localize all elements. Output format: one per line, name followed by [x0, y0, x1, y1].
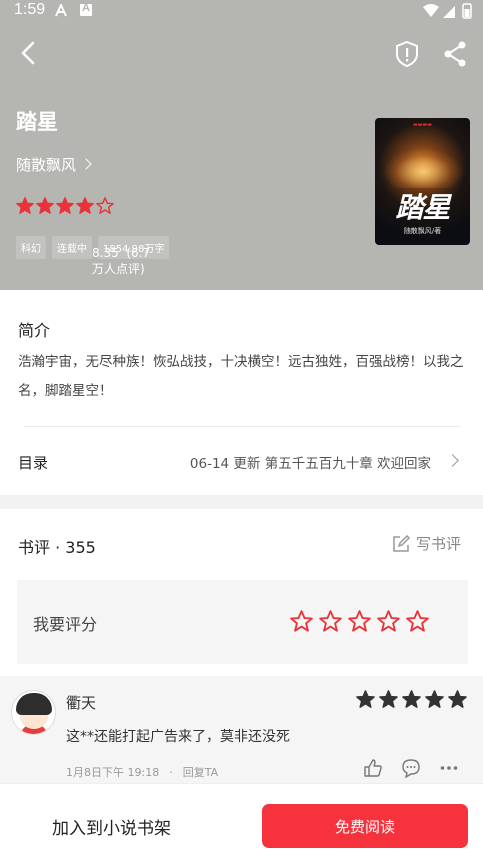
rating-row: 8.35 (6.7万人点评): [16, 196, 150, 276]
intro-heading: 简介: [18, 321, 51, 340]
star-filled-icon: [448, 690, 467, 708]
latest-chapter: 06-14 更新 第五千五百九十章 欢迎回家: [189, 456, 431, 472]
review-time: 1月8日下午 19:18: [66, 766, 160, 779]
star-filled-icon: [425, 690, 444, 708]
more-icon[interactable]: [439, 758, 459, 778]
star-empty-icon[interactable]: [406, 610, 429, 633]
star-filled-icon: [16, 197, 34, 214]
status-time: 1:59: [14, 1, 46, 18]
back-icon[interactable]: [14, 38, 44, 68]
intro-text: 浩瀚宇宙，无尽种族！恢弘战技，十决横空！远古独姓，百强战榜！以我之名，脚踏星空！: [18, 354, 464, 399]
share-icon[interactable]: [442, 40, 468, 68]
write-review-label: 写书评: [415, 535, 461, 553]
status-bar: 1:59: [0, 0, 483, 22]
cover-author: 随散飘风/著: [403, 227, 442, 235]
notification-icon: [80, 2, 92, 16]
cover-publisher-mark: ▬▬▬▬: [413, 122, 432, 128]
edit-icon: [393, 534, 410, 552]
free-read-button[interactable]: 免费阅读: [262, 804, 468, 848]
book-header: 1:59 踏星 随散飘风 8.35 (6.7万人点评) 科幻 连载中 1854.…: [0, 0, 483, 290]
avatar[interactable]: [11, 690, 56, 735]
star-empty-icon[interactable]: [319, 610, 342, 633]
reply-link[interactable]: 回复TA: [183, 766, 218, 779]
chevron-right-icon: [446, 454, 459, 467]
avatar-hair: [16, 693, 52, 715]
author-link[interactable]: 随散飘风: [16, 154, 92, 175]
reviewer-name[interactable]: 衢天: [66, 692, 96, 713]
system-status-icons: [423, 3, 472, 19]
review-item: 衢天 这**还能打起广告来了，莫非还没死 1月8日下午 19:18 · 回复TA: [0, 676, 483, 784]
review-text: 这**还能打起广告来了，莫非还没死: [66, 729, 290, 745]
like-icon[interactable]: [363, 758, 383, 778]
intro-section: 简介 浩瀚宇宙，无尽种族！恢弘战技，十决横空！远古独姓，百强战榜！以我之名，脚踏…: [0, 290, 483, 495]
star-empty-icon[interactable]: [290, 610, 313, 633]
star-empty-icon: [96, 197, 114, 214]
star-filled-icon: [402, 690, 421, 708]
cover-planet-glow: [383, 148, 463, 188]
app-notification-icon: [55, 4, 67, 17]
meta-separator: ·: [169, 766, 173, 779]
tag-wordcount: 1854.98万字: [98, 236, 170, 259]
tag-genre: 科幻: [16, 236, 46, 259]
rate-box: 我要评分: [17, 580, 468, 664]
book-cover[interactable]: ▬▬▬▬ 踏星 随散飘风/著: [375, 118, 470, 245]
reviews-heading: 书评 · 355: [18, 538, 96, 557]
star-filled-icon: [379, 690, 398, 708]
toc-label: 目录: [18, 454, 49, 472]
tag-status: 连载中: [52, 236, 92, 259]
rating-stars: [16, 197, 114, 215]
divider: [24, 426, 460, 427]
review-meta: 1月8日下午 19:18 · 回复TA: [66, 764, 218, 780]
author-name: 随散飘风: [16, 156, 77, 174]
book-tags: 科幻 连载中 1854.98万字: [16, 236, 170, 259]
star-empty-icon[interactable]: [377, 610, 400, 633]
cover-title: 踏星: [395, 191, 450, 224]
reviews-section: 书评 · 355 写书评 我要评分 衢天 这**还能打起广告来了，莫非还没死 1…: [0, 509, 483, 784]
table-of-contents-row[interactable]: 目录 06-14 更新 第五千五百九十章 欢迎回家: [0, 440, 483, 480]
star-filled-icon: [36, 197, 54, 214]
star-empty-icon[interactable]: [348, 610, 371, 633]
report-shield-icon[interactable]: [394, 40, 420, 68]
star-filled-icon: [56, 197, 74, 214]
rate-stars[interactable]: [290, 610, 429, 633]
comment-icon[interactable]: [401, 758, 421, 778]
star-filled-icon: [76, 197, 94, 214]
book-title: 踏星: [16, 110, 58, 134]
rate-label: 我要评分: [33, 615, 98, 634]
write-review-button[interactable]: 写书评: [392, 533, 461, 554]
chevron-right-icon: [80, 158, 92, 170]
bottom-bar: 加入到小说书架 免费阅读: [0, 784, 483, 865]
review-stars: [356, 690, 467, 709]
add-to-shelf-button[interactable]: 加入到小说书架: [52, 814, 171, 839]
star-filled-icon: [356, 690, 375, 708]
review-actions: [363, 758, 459, 778]
